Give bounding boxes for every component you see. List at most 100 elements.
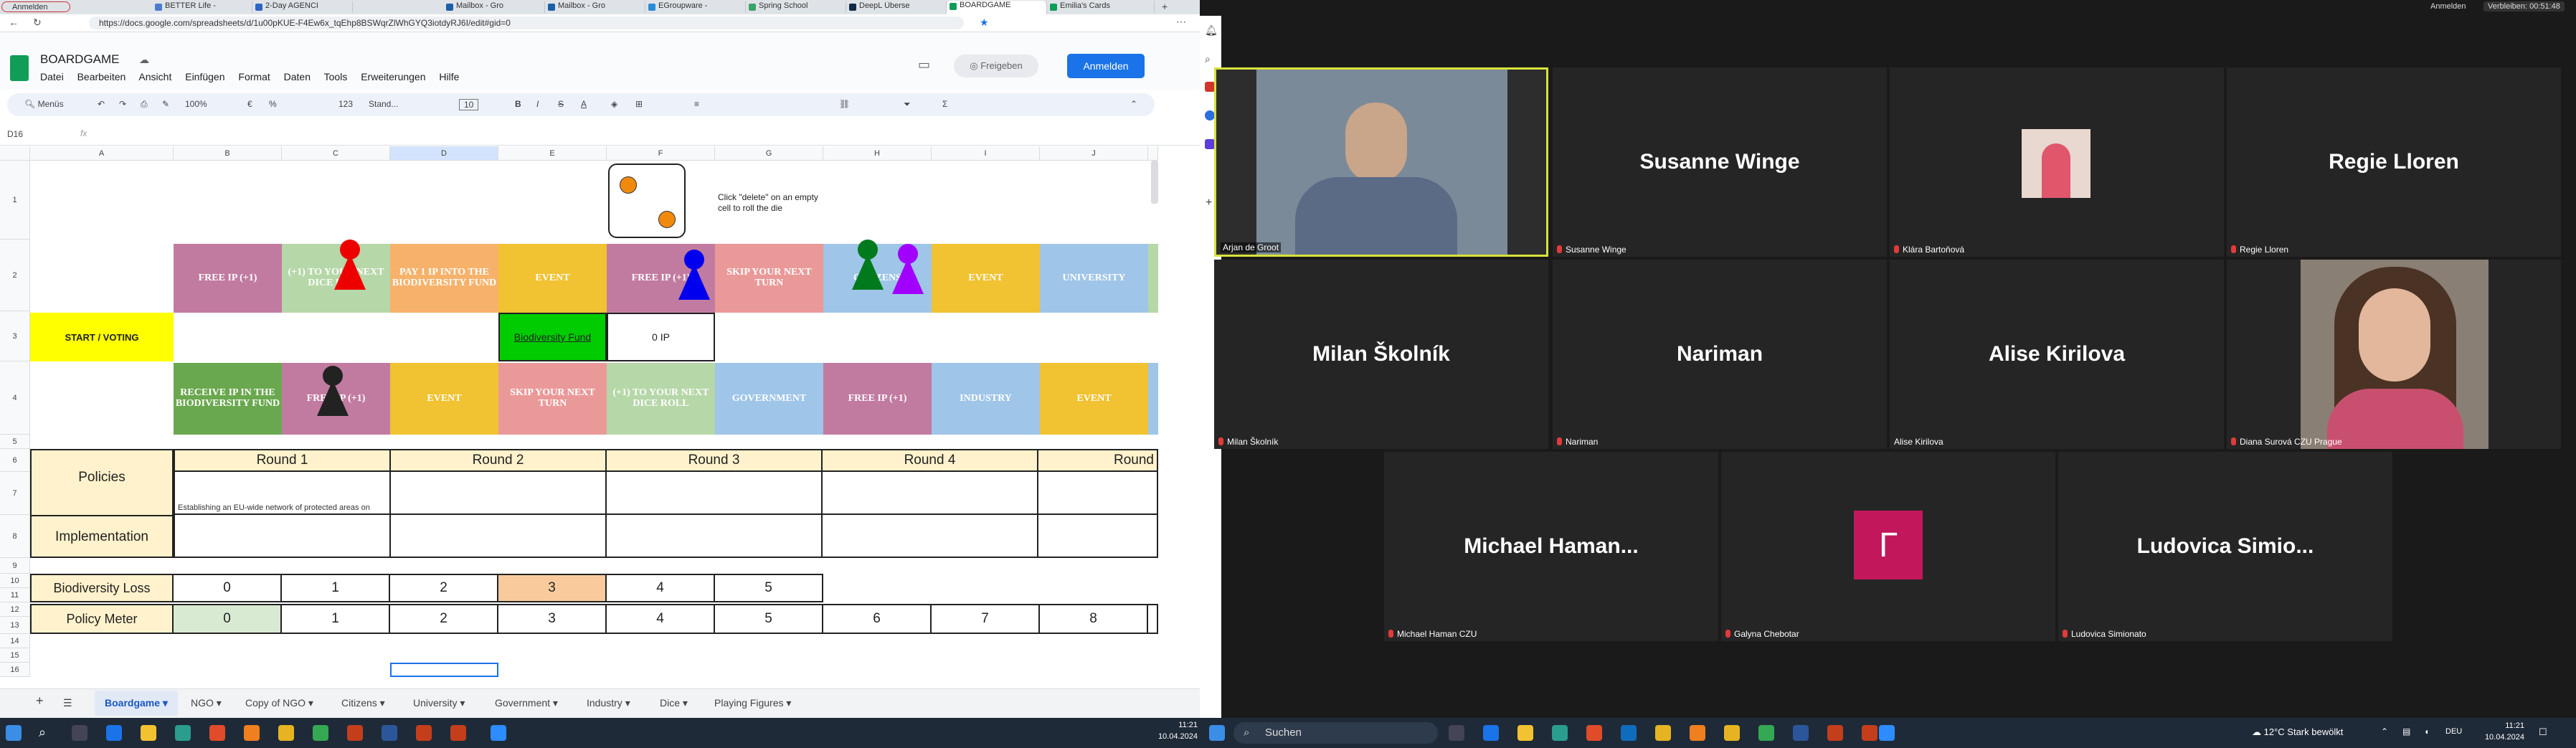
row-header[interactable]: 12 (0, 602, 30, 617)
board-space[interactable]: FREE IP (+1) (174, 244, 282, 313)
sheet-tab-government[interactable]: Government ▾ (495, 697, 558, 709)
collapse-toolbar-icon[interactable]: ⌃ (1130, 99, 1137, 109)
tray-chevron-icon[interactable]: ⌃ (2381, 726, 2388, 737)
policy-cell[interactable] (605, 470, 823, 515)
board-space[interactable]: INDUSTRY (932, 363, 1040, 435)
percent-format-button[interactable]: % (269, 99, 277, 109)
implementation-cell[interactable] (174, 513, 391, 558)
row-header[interactable]: 8 (0, 515, 30, 558)
row-header[interactable]: 4 (0, 361, 30, 435)
browser-tab[interactable]: 2-Day AGENCI (252, 1, 353, 13)
column-header[interactable]: A (30, 146, 174, 161)
policy-meter-value[interactable]: 5 (714, 604, 823, 634)
red-pawn[interactable] (334, 240, 366, 291)
column-header[interactable]: I (932, 146, 1040, 161)
strikethrough-button[interactable]: S (558, 99, 564, 109)
file-explorer-icon[interactable] (141, 725, 156, 741)
volume-icon[interactable]: ◖ (2424, 726, 2429, 737)
vertical-scrollbar[interactable] (1151, 161, 1158, 204)
app-icon[interactable] (1724, 725, 1740, 741)
word-icon[interactable] (382, 725, 397, 741)
row-header[interactable]: 14 (0, 634, 30, 648)
implementation-cell[interactable] (389, 513, 607, 558)
row-header[interactable]: 5 (0, 435, 30, 449)
row-header[interactable]: 7 (0, 472, 30, 515)
board-space[interactable]: GOVERNMENT (715, 363, 823, 435)
sheet-tab-dice[interactable]: Dice ▾ (660, 697, 688, 709)
black-pawn[interactable] (317, 366, 349, 417)
policy-meter-value[interactable]: 3 (497, 604, 607, 634)
column-header[interactable]: B (174, 146, 282, 161)
selected-cell[interactable] (390, 663, 498, 677)
policy-cell[interactable]: Establishing an EU-wide network of prote… (174, 470, 391, 515)
participant-tile[interactable]: Regie Lloren Regie Lloren (2227, 67, 2561, 257)
menu-datei[interactable]: Datei (40, 71, 64, 82)
policy-cell[interactable] (389, 470, 607, 515)
menu-format[interactable]: Format (238, 71, 270, 82)
select-all-corner[interactable] (0, 146, 30, 161)
currency-format-button[interactable]: € (247, 99, 252, 109)
network-icon[interactable]: ▤ (2402, 726, 2410, 737)
app-icon[interactable] (347, 725, 363, 741)
implementation-cell[interactable] (1037, 513, 1158, 558)
search-icon[interactable]: ⌕ (39, 725, 55, 741)
chrome-icon[interactable] (1758, 725, 1774, 741)
purple-pawn[interactable] (892, 244, 924, 295)
italic-button[interactable]: I (536, 99, 539, 109)
url-field[interactable]: https://docs.google.com/spreadsheets/d/1… (89, 16, 964, 29)
biodiversity-loss-value[interactable]: 5 (714, 574, 823, 602)
redo-icon[interactable]: ↷ (119, 99, 126, 109)
row-header[interactable]: 9 (0, 558, 30, 574)
implementation-cell[interactable] (821, 513, 1038, 558)
participant-tile[interactable]: Nariman Nariman (1553, 260, 1887, 449)
app-icon[interactable] (209, 725, 225, 741)
row-header[interactable]: 11 (0, 588, 30, 602)
biodiversity-loss-value[interactable]: 4 (605, 574, 715, 602)
row-header[interactable]: 10 (0, 574, 30, 588)
column-header[interactable]: C (282, 146, 390, 161)
extension-icon[interactable] (1205, 139, 1215, 149)
participant-tile[interactable]: Klára Bartoňová (1890, 67, 2224, 257)
extension-icon[interactable] (1205, 110, 1215, 120)
board-space[interactable]: EVENT (932, 244, 1040, 313)
link-icon[interactable]: ⛓ (839, 99, 850, 109)
policy-meter-value[interactable]: 8 (1038, 604, 1148, 634)
participant-tile[interactable]: Michael Haman... Michael Haman CZU (1384, 452, 1718, 641)
board-space[interactable]: UNIVERSITY (1040, 244, 1148, 313)
zoom-select[interactable]: 100% (185, 99, 207, 109)
browser-tab[interactable]: BETTER Life - (152, 1, 252, 13)
menu-ansicht[interactable]: Ansicht (138, 71, 171, 82)
menu-hilfe[interactable]: Hilfe (439, 71, 459, 82)
browser-tab-active[interactable]: BOARDGAME (947, 1, 1047, 14)
bookmark-star-icon[interactable]: ★ (980, 16, 989, 29)
board-space[interactable]: PAY 1 IP INTO THE BIODIVERSITY FUND (390, 244, 498, 313)
blue-pawn[interactable] (678, 250, 710, 301)
column-header-selected[interactable]: D (390, 146, 498, 161)
browser-tab[interactable]: Spring School (746, 1, 846, 13)
filter-icon[interactable]: ⏷ (904, 99, 911, 110)
policy-meter-value-current[interactable]: 0 (172, 604, 282, 634)
column-header[interactable]: F (607, 146, 715, 161)
start-voting-cell[interactable]: START / VOTING (30, 313, 174, 361)
browser-tab[interactable]: Mailbox - Gro (443, 1, 545, 13)
participant-tile[interactable]: Susanne Winge Susanne Winge (1553, 67, 1887, 257)
windows-start-icon[interactable] (1209, 725, 1225, 741)
comments-icon[interactable]: ▭ (918, 57, 930, 72)
policy-meter-value[interactable]: 6 (822, 604, 932, 634)
sheet-tab-ngo[interactable]: NGO ▾ (191, 697, 222, 709)
app-icon[interactable] (278, 725, 294, 741)
sheet-tab-playing-figures[interactable]: Playing Figures ▾ (714, 697, 791, 709)
sheet-tab-copy-of-ngo[interactable]: Copy of NGO ▾ (245, 697, 313, 709)
biodiversity-loss-value[interactable]: 0 (172, 574, 282, 602)
back-icon[interactable]: ← (9, 16, 19, 28)
browser-menu-icon[interactable]: ⋯ (1176, 16, 1186, 28)
windows-start-icon[interactable] (6, 725, 22, 741)
paint-format-icon[interactable]: ✎ (162, 99, 169, 109)
biodiversity-loss-value[interactable]: 1 (280, 574, 390, 602)
sheets-logo-icon[interactable] (10, 55, 29, 81)
fill-color-icon[interactable]: ◈ (611, 99, 617, 109)
borders-icon[interactable]: ⊞ (635, 99, 643, 109)
firefox-icon[interactable] (1690, 725, 1705, 741)
sheet-tab-industry[interactable]: Industry ▾ (587, 697, 630, 709)
app-icon[interactable] (1862, 725, 1877, 741)
